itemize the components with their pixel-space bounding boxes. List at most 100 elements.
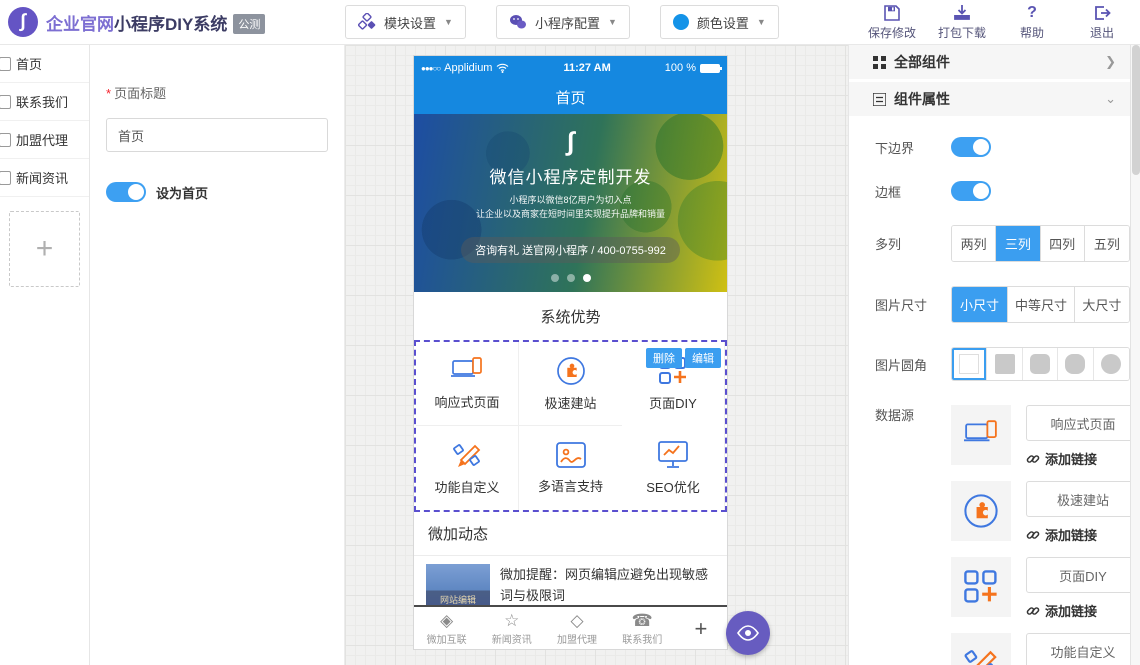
banner-contact-pill[interactable]: 咨询有礼 送官网小程序 / 400-0755-992 [461,237,680,263]
sidebar-item-agent[interactable]: 加盟代理 [0,121,89,159]
set-home-toggle[interactable] [106,182,146,202]
sidebar-item-label: 新闻资讯 [16,168,68,187]
required-mark: * [106,86,111,101]
page-property-panel: *页面标题 设为首页 [90,45,345,665]
page-list-sidebar: 首页 联系我们 加盟代理 新闻资讯 + [0,45,90,665]
img-radius-options [951,347,1130,381]
download-button[interactable]: 打包下载 [938,4,986,41]
chevron-down-icon: ⌄ [1105,91,1116,107]
feature-cell-responsive[interactable]: 响应式页面 [416,342,519,426]
color-swatch-icon [673,14,689,30]
chevron-right-icon: ❯ [1105,54,1116,70]
feature-cell-custom-function[interactable]: 功能自定义 [416,426,519,510]
tab-contact[interactable]: ☎ 联系我们 [610,612,675,646]
tab-label: 联系我们 [622,631,662,646]
radius-option-1[interactable] [987,348,1022,380]
component-props-header[interactable]: 组件属性 ⌄ [849,82,1130,116]
tab-label: 加盟代理 [557,631,597,646]
add-tab-button[interactable]: + [675,616,727,642]
col-option-2[interactable]: 两列 [952,226,996,261]
link-icon [1026,452,1040,466]
exit-button[interactable]: 退出 [1078,4,1126,41]
radius-option-2[interactable] [1023,348,1058,380]
tab-agent[interactable]: ◇ 加盟代理 [544,612,609,646]
section-title-news[interactable]: 微加动态 [414,512,727,556]
carousel-dot-active[interactable] [583,274,591,282]
radius-option-0-selected[interactable] [952,348,987,380]
header-bar: ∫ 企业官网小程序DIY系统公测 模块设置 ▼ 小程序配置 ▼ [0,0,1140,45]
border-toggle[interactable] [951,181,991,201]
feature-cell-seo[interactable]: SEO优化 [622,426,725,510]
datasource-name-input[interactable] [1026,481,1130,517]
sidebar-item-label: 首页 [16,54,42,73]
datasource-name-input[interactable] [1026,557,1130,593]
banner-slide[interactable]: ∫ 微信小程序定制开发 小程序以微信8亿用户为切入点 让企业以及商家在短时间里实… [414,114,727,292]
list-icon [873,93,886,106]
news-list-item[interactable]: 网站编辑 微加提醒：网页编辑应避免出现敏感词与极限词 [414,556,727,605]
size-option-large[interactable]: 大尺寸 [1075,287,1129,322]
datasource-label: 数据源 [875,405,951,424]
col-option-5[interactable]: 五列 [1085,226,1129,261]
datasource-name-input[interactable] [1026,633,1130,665]
size-option-medium[interactable]: 中等尺寸 [1008,287,1075,322]
puzzle-icon [963,493,999,529]
carousel-dot[interactable] [567,274,575,282]
tab-news[interactable]: ☆ 新闻资讯 [479,612,544,646]
feature-label: 页面DIY [649,393,697,412]
datasource-name-input[interactable] [1026,405,1130,441]
scrollbar-thumb[interactable] [1132,45,1140,175]
module-settings-label: 模块设置 [384,13,436,32]
miniprogram-config-button[interactable]: 小程序配置 ▼ [496,5,630,39]
module-settings-button[interactable]: 模块设置 ▼ [345,5,466,39]
page-title-input[interactable] [106,118,328,152]
page-icon [0,57,11,71]
all-components-header[interactable]: 全部组件 ❯ [849,45,1130,79]
diamond-icon: ◇ [570,612,583,630]
col-option-3-selected[interactable]: 三列 [996,226,1040,261]
radius-option-3[interactable] [1058,348,1093,380]
edit-component-button[interactable]: 编辑 [685,348,721,368]
feature-cell-multilang[interactable]: 多语言支持 [519,426,622,510]
toolbar: 模块设置 ▼ 小程序配置 ▼ 颜色设置 ▼ [345,5,779,39]
add-link-button[interactable]: 添加链接 [1026,601,1130,620]
battery-label: 100 % [665,62,696,74]
all-components-label: 全部组件 [894,52,950,72]
tab-weijia[interactable]: ◈ 微加互联 [414,612,479,646]
add-page-button[interactable]: + [9,211,80,287]
battery-icon [700,64,720,73]
bottom-border-toggle[interactable] [951,137,991,157]
multi-col-segmented: 两列 三列 四列 五列 [951,225,1130,262]
phone-nav-title: 首页 [555,87,585,108]
sidebar-item-contact[interactable]: 联系我们 [0,83,89,121]
download-label: 打包下载 [938,24,986,41]
color-settings-button[interactable]: 颜色设置 ▼ [660,5,779,39]
scrollbar[interactable] [1130,45,1140,665]
app-root: ∫ 企业官网小程序DIY系统公测 模块设置 ▼ 小程序配置 ▼ [0,0,1140,665]
phone-status-bar: ●●●○○ Applidium 11:27 AM 100 % [414,56,727,80]
col-option-4[interactable]: 四列 [1041,226,1085,261]
sidebar-item-news[interactable]: 新闻资讯 [0,159,89,197]
sidebar-item-home[interactable]: 首页 [0,45,89,83]
carousel-dot[interactable] [551,274,559,282]
save-button[interactable]: 保存修改 [868,4,916,41]
help-icon: ? [1027,4,1037,22]
miniprogram-config-label: 小程序配置 [535,13,600,32]
preview-button[interactable] [726,611,770,655]
datasource-item: 添加链接 [951,405,1130,468]
feature-label: 极速建站 [544,393,596,412]
datasource-icon-box [951,633,1011,665]
add-link-button[interactable]: 添加链接 [1026,525,1130,544]
delete-component-button[interactable]: 删除 [646,348,682,368]
radius-option-4[interactable] [1094,348,1129,380]
components-grid-icon [873,56,886,69]
feature-cell-fast-build[interactable]: 极速建站 [519,342,622,426]
page-diy-icon [963,569,999,605]
banner-logo-icon: ∫ [414,114,727,157]
exit-label: 退出 [1090,24,1114,41]
phone-tab-bar: ◈ 微加互联 ☆ 新闻资讯 ◇ 加盟代理 ☎ 联系我们 + [414,605,727,650]
help-button[interactable]: ? 帮助 [1008,4,1056,41]
size-option-small-selected[interactable]: 小尺寸 [952,287,1008,322]
feature-grid-component-selected[interactable]: 删除 编辑 响应式页面 极速建站 页面DIY 功能自定义 [414,340,727,512]
responsive-page-icon [451,357,483,385]
add-link-button[interactable]: 添加链接 [1026,449,1130,468]
